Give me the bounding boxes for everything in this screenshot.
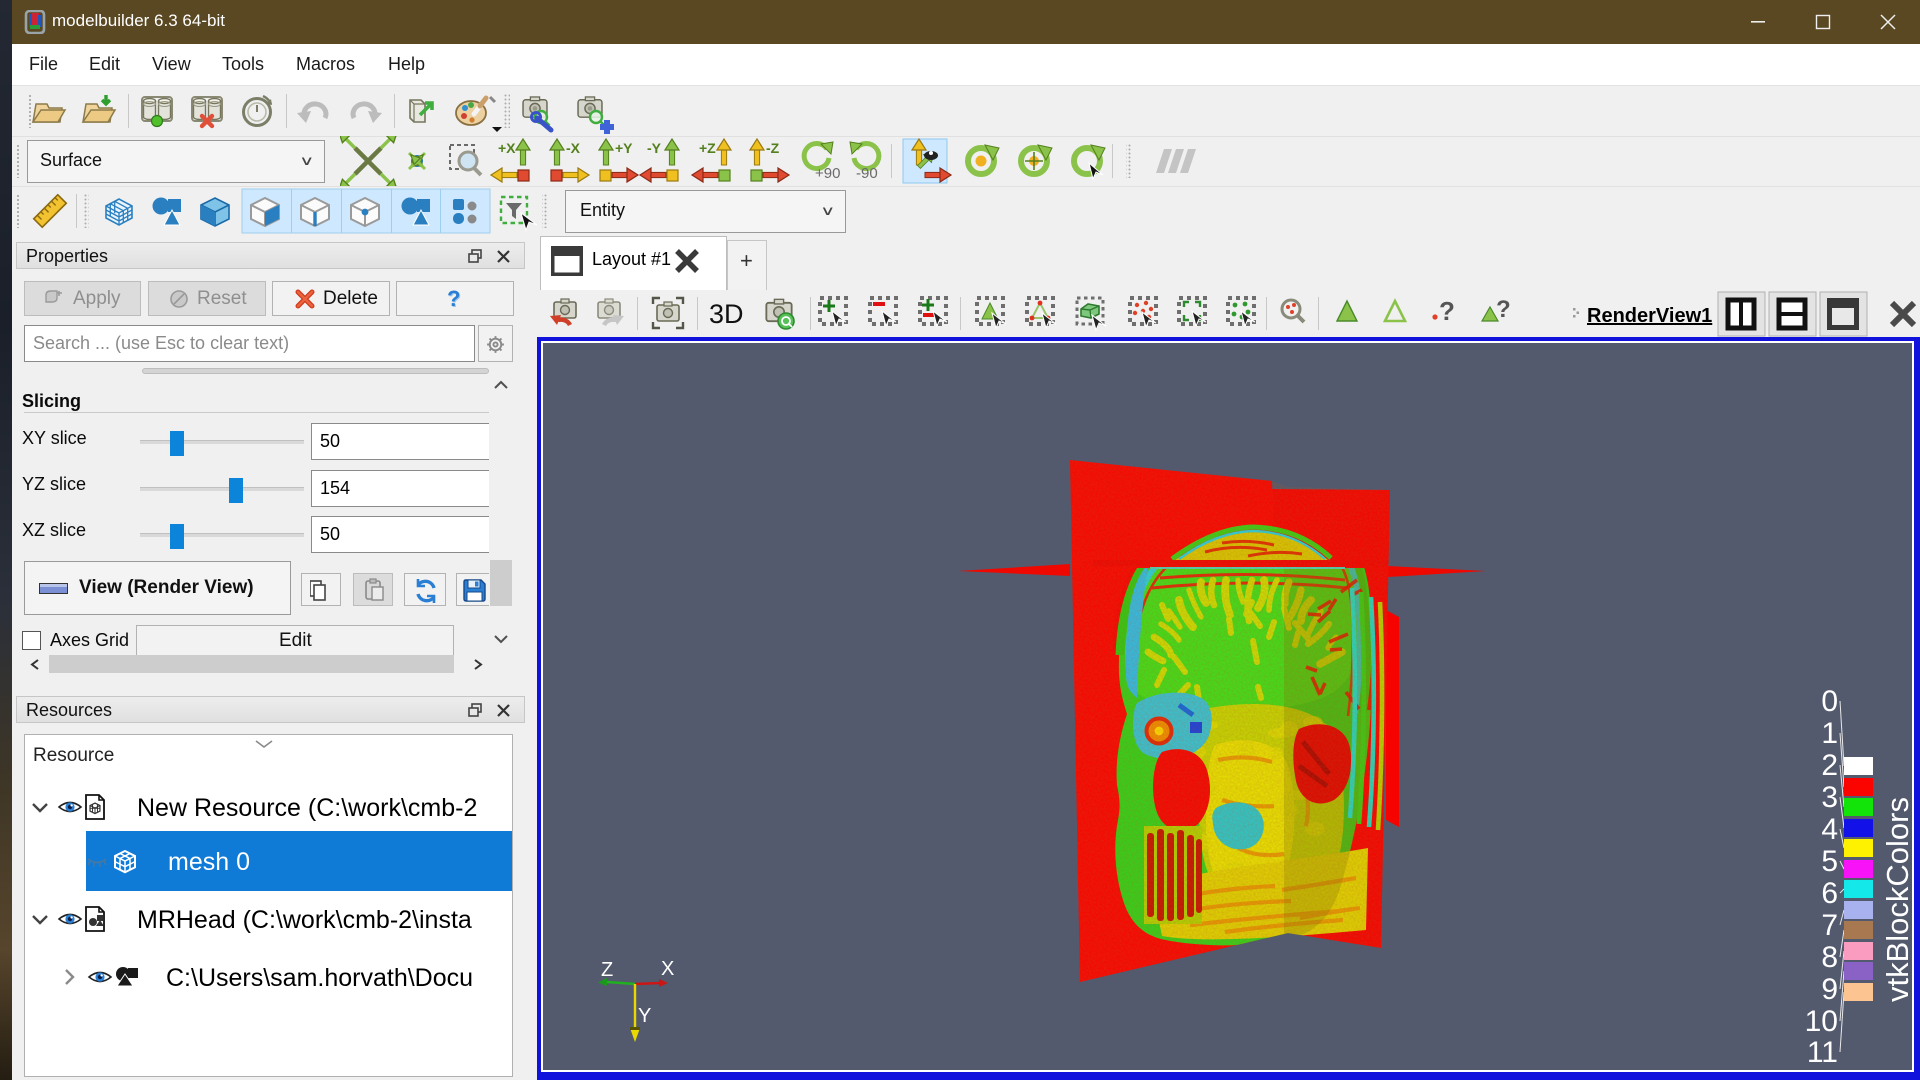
svg-text:-90: -90 <box>856 165 878 182</box>
svg-text:C:\Users\sam.horvath\Docu: C:\Users\sam.horvath\Docu <box>166 964 473 992</box>
svg-text:3: 3 <box>1821 781 1838 814</box>
svg-text:+X: +X <box>498 140 516 156</box>
svg-text:3D: 3D <box>709 299 744 329</box>
svg-text:New Resource (C:\work\cmb-2: New Resource (C:\work\cmb-2 <box>137 794 477 822</box>
svg-text:RenderView1: RenderView1 <box>1587 305 1712 327</box>
svg-text:+Y: +Y <box>615 140 633 156</box>
svg-text:-Y: -Y <box>647 140 662 156</box>
svg-text:-X: -X <box>566 140 581 156</box>
svg-text:Z: Z <box>601 959 613 981</box>
svg-text:6: 6 <box>1821 877 1838 910</box>
svg-text:Y: Y <box>638 1005 651 1027</box>
svg-text:0: 0 <box>1821 685 1838 718</box>
svg-text:?: ? <box>1439 296 1455 326</box>
svg-text:4: 4 <box>1821 813 1838 846</box>
svg-text:11: 11 <box>1807 1036 1838 1069</box>
svg-text:mesh 0: mesh 0 <box>168 848 250 876</box>
svg-text:1: 1 <box>1821 717 1838 750</box>
svg-text:MRHead (C:\work\cmb-2\insta: MRHead (C:\work\cmb-2\insta <box>137 906 472 934</box>
svg-text:+Z: +Z <box>699 140 716 156</box>
svg-text:10: 10 <box>1805 1005 1838 1038</box>
svg-text:7: 7 <box>1821 909 1838 942</box>
svg-text:X: X <box>661 958 674 980</box>
svg-text:5: 5 <box>1821 845 1838 878</box>
svg-text:8: 8 <box>1821 941 1838 974</box>
svg-text:-Z: -Z <box>766 140 780 156</box>
svg-text:vtkBlockColors: vtkBlockColors <box>1880 797 1912 1002</box>
svg-text:9: 9 <box>1821 973 1838 1006</box>
svg-text:+90: +90 <box>815 165 840 182</box>
svg-text:?: ? <box>1496 296 1511 323</box>
svg-text:2: 2 <box>1821 749 1838 782</box>
